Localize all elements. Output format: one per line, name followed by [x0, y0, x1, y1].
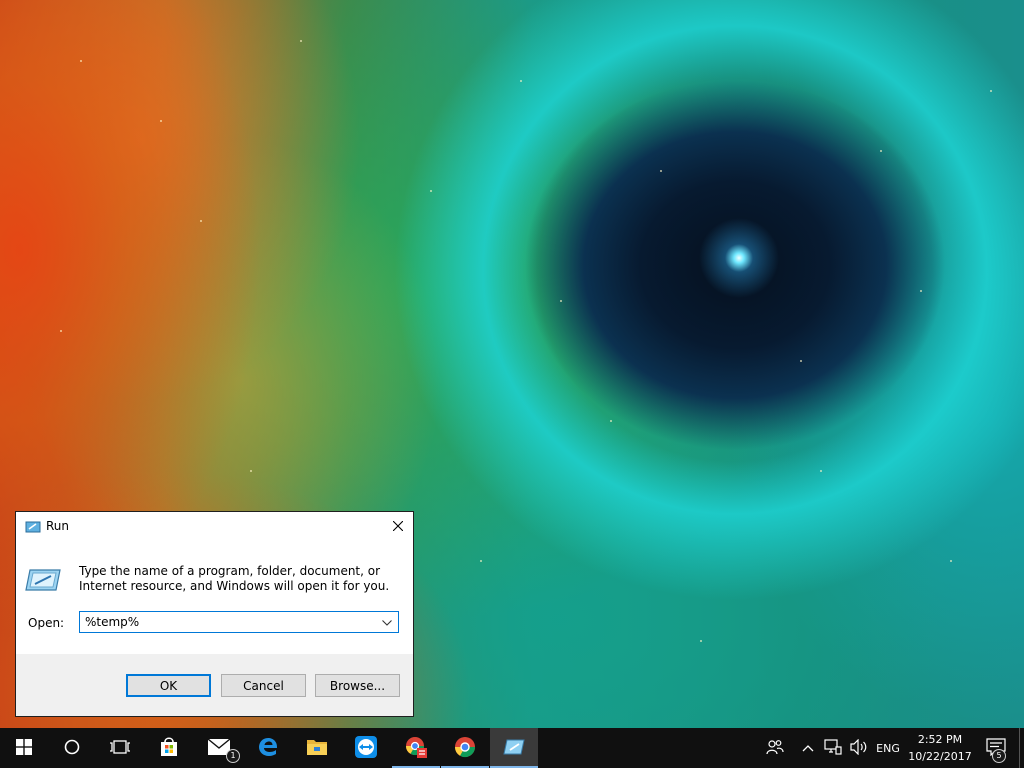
- wallpaper-star: [660, 170, 662, 172]
- task-view-icon: [109, 739, 131, 757]
- taskbar-edge[interactable]: [244, 728, 292, 768]
- notification-badge: 5: [992, 749, 1006, 763]
- chevron-up-icon: [802, 741, 814, 755]
- people-icon: [766, 739, 784, 758]
- ok-button[interactable]: OK: [126, 674, 211, 697]
- wallpaper-star: [610, 420, 612, 422]
- action-center-button[interactable]: 5: [978, 728, 1014, 768]
- cortana-circle-icon: [64, 739, 80, 758]
- chrome-app-icon: [404, 735, 428, 762]
- task-view-button[interactable]: [96, 728, 144, 768]
- run-description: Type the name of a program, folder, docu…: [79, 564, 390, 593]
- wallpaper-star: [480, 560, 482, 562]
- taskbar-chrome-app[interactable]: [392, 728, 440, 768]
- taskbar-store[interactable]: [145, 728, 193, 768]
- volume-button[interactable]: [848, 728, 870, 768]
- wallpaper-star: [700, 640, 702, 642]
- show-desktop-button[interactable]: [1019, 728, 1024, 768]
- wallpaper-star: [950, 560, 952, 562]
- store-icon: [158, 736, 180, 761]
- wallpaper-star: [520, 80, 522, 82]
- cancel-button[interactable]: Cancel: [221, 674, 306, 697]
- chrome-icon: [454, 736, 476, 761]
- run-dialog: Run Type the name of a program, folder, …: [15, 511, 414, 717]
- run-icon: [25, 521, 41, 533]
- language-button[interactable]: ENG: [872, 728, 904, 768]
- wallpaper-star: [990, 90, 992, 92]
- open-dropdown-button[interactable]: [376, 612, 398, 632]
- clock-time: 2:52 PM: [917, 733, 963, 746]
- taskbar-run[interactable]: [490, 728, 538, 768]
- windows-logo-icon: [16, 738, 32, 758]
- wallpaper-star: [80, 60, 82, 62]
- close-icon: [392, 520, 403, 534]
- open-label: Open:: [28, 616, 65, 630]
- browse-button[interactable]: Browse...: [315, 674, 400, 697]
- wallpaper-star: [430, 190, 432, 192]
- run-program-icon: [25, 567, 61, 593]
- teamviewer-icon: [354, 735, 378, 762]
- network-icon: [824, 738, 842, 758]
- clock[interactable]: 2:52 PM 10/22/2017: [905, 731, 975, 765]
- taskbar-mail[interactable]: 1: [195, 728, 243, 768]
- start-button[interactable]: [0, 728, 48, 768]
- wallpaper-star: [200, 220, 202, 222]
- clock-date: 10/22/2017: [908, 750, 972, 763]
- run-icon: [503, 739, 525, 758]
- wallpaper-star: [60, 330, 62, 332]
- folder-icon: [306, 738, 328, 759]
- chevron-down-icon: [382, 615, 392, 629]
- close-button[interactable]: [382, 512, 413, 541]
- mail-badge: 1: [226, 749, 240, 763]
- taskbar-chrome[interactable]: [441, 728, 489, 768]
- language-label: ENG: [876, 741, 900, 755]
- cortana-button[interactable]: [48, 728, 96, 768]
- run-titlebar[interactable]: Run: [16, 512, 413, 541]
- open-input[interactable]: [80, 612, 377, 632]
- wallpaper-star: [300, 40, 302, 42]
- wallpaper-star: [820, 470, 822, 472]
- taskbar-teamviewer[interactable]: [342, 728, 390, 768]
- taskbar-file-explorer[interactable]: [293, 728, 341, 768]
- run-title: Run: [46, 519, 70, 533]
- edge-icon: [258, 737, 278, 760]
- network-button[interactable]: [822, 728, 844, 768]
- wallpaper-star: [800, 360, 802, 362]
- wallpaper-star: [160, 120, 162, 122]
- wallpaper-star: [250, 470, 252, 472]
- wallpaper-star: [880, 150, 882, 152]
- wallpaper-star: [920, 290, 922, 292]
- show-hidden-icons-button[interactable]: [798, 728, 818, 768]
- taskbar: 1 ENG 2:52 PM 10/22/2017 5: [0, 728, 1024, 768]
- open-combobox[interactable]: [79, 611, 399, 633]
- speaker-icon: [850, 738, 868, 758]
- wallpaper-star: [560, 300, 562, 302]
- people-button[interactable]: [762, 728, 788, 768]
